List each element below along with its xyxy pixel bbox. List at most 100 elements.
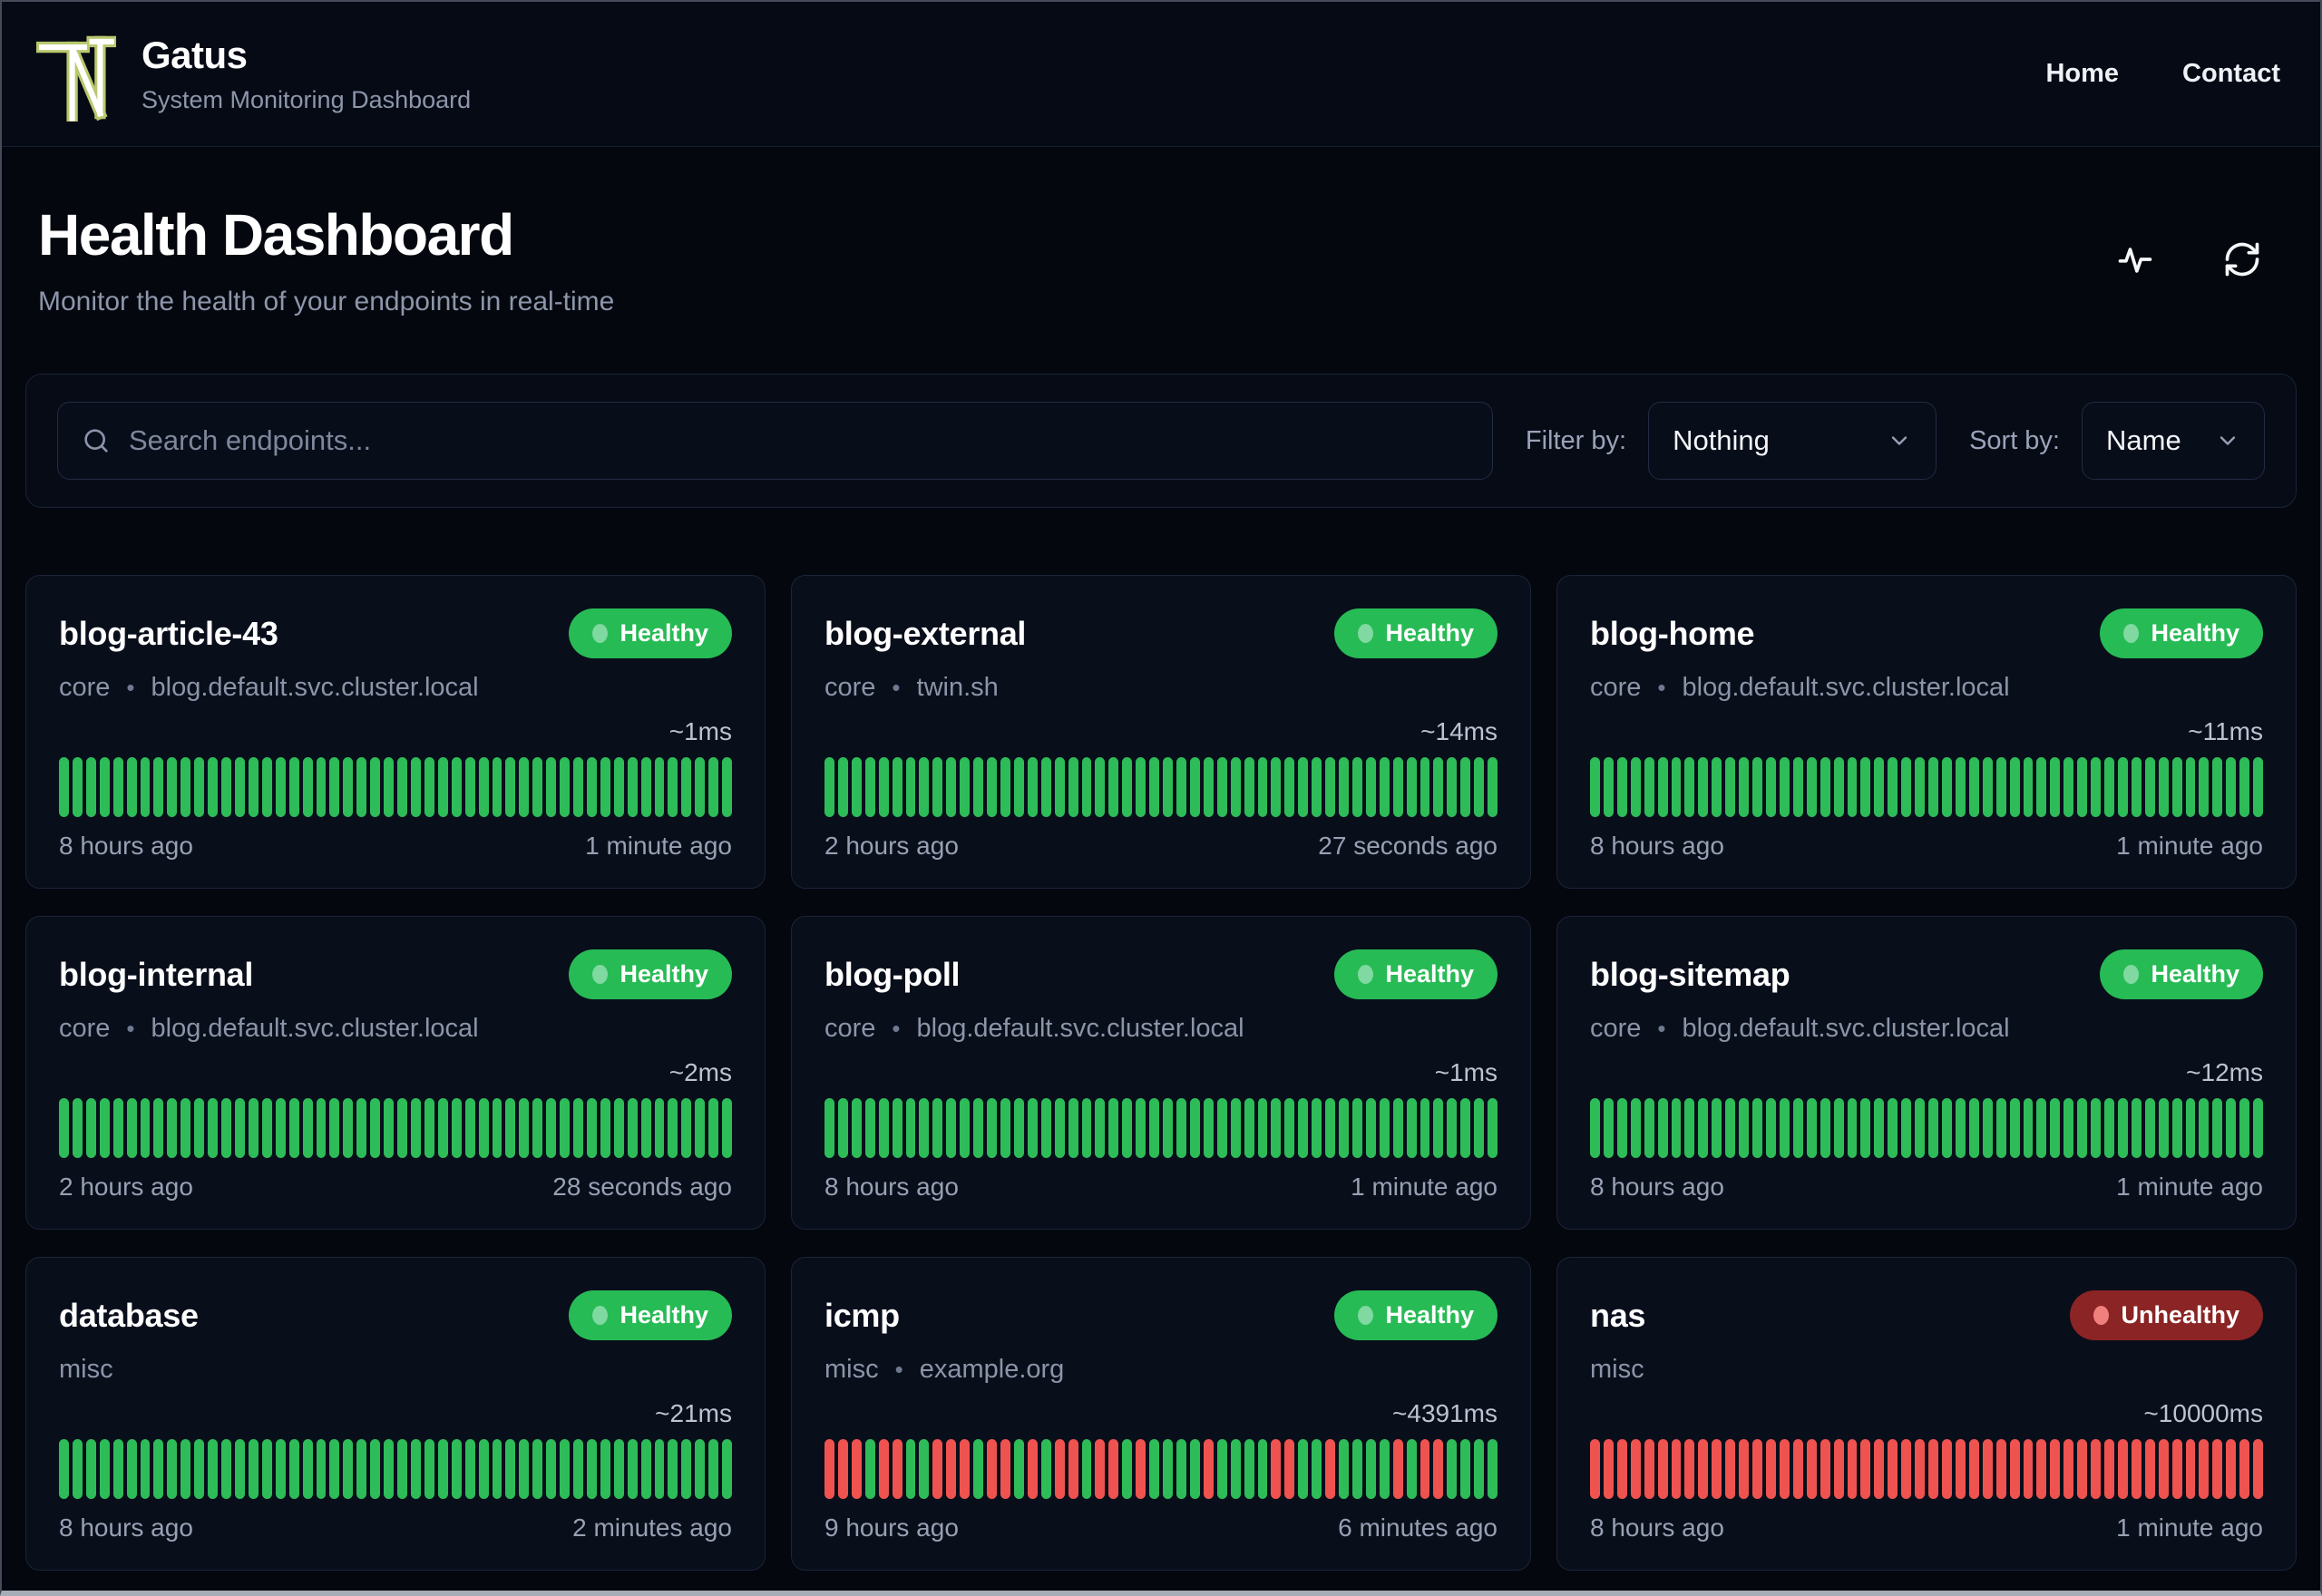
check-bar [1054,757,1065,817]
check-bar [1779,1439,1790,1499]
check-bar [85,757,96,817]
check-bar [153,1098,164,1158]
check-bar [343,1439,354,1499]
activity-icon[interactable] [2115,238,2157,280]
check-bar [167,757,178,817]
search-box[interactable] [57,402,1493,480]
endpoint-card[interactable]: blog-sitemap Healthy core • blog.default… [1556,916,2297,1230]
check-bar [1915,1439,1926,1499]
nav-home-link[interactable]: Home [2045,59,2119,89]
check-bar [1684,1098,1695,1158]
check-bar [1765,1098,1776,1158]
filter-select[interactable]: Nothing [1648,402,1937,480]
check-bar [1176,757,1186,817]
filter-value: Nothing [1673,424,1770,456]
endpoint-meta: core • blog.default.svc.cluster.local [824,1014,1498,1044]
check-bar [2185,1098,2196,1158]
check-bar [600,1439,610,1499]
endpoint-group: misc [59,1355,113,1384]
check-bar [1122,1098,1133,1158]
check-bar [1216,757,1227,817]
check-bar [2009,1098,2020,1158]
card-head: blog-article-43 Healthy [59,608,732,658]
check-bar [960,1439,971,1499]
status-badge: Healthy [1334,1290,1498,1340]
check-bar [85,1439,96,1499]
check-bar [437,1098,448,1158]
oldest-timestamp: 8 hours ago [824,1173,959,1201]
status-badge: Unhealthy [2070,1290,2263,1340]
endpoint-card[interactable]: database Healthy misc • ~21ms 8 hours ag… [25,1257,766,1571]
endpoint-card[interactable]: blog-poll Healthy core • blog.default.sv… [791,916,1531,1230]
check-bar [72,757,83,817]
endpoint-card[interactable]: blog-internal Healthy core • blog.defaul… [25,916,766,1230]
check-bar [397,757,407,817]
endpoint-card[interactable]: blog-home Healthy core • blog.default.sv… [1556,575,2297,889]
check-bar [960,1098,971,1158]
check-bar [221,757,231,817]
sort-select[interactable]: Name [2082,402,2265,480]
endpoint-card[interactable]: blog-article-43 Healthy core • blog.defa… [25,575,766,889]
check-bar [932,1439,943,1499]
check-bar [681,1098,692,1158]
endpoint-meta: misc • [1590,1355,2263,1385]
check-bar [410,1439,421,1499]
nav-contact-link[interactable]: Contact [2182,59,2280,89]
check-bar [573,1439,583,1499]
check-bar [546,1098,557,1158]
check-bar [1712,757,1722,817]
check-bar [1833,1098,1844,1158]
endpoint-group: misc [824,1355,879,1384]
check-bar [1712,1098,1722,1158]
check-bar [2131,757,2142,817]
check-bar [851,757,862,817]
check-bar [1054,1098,1065,1158]
endpoint-card[interactable]: icmp Healthy misc • example.org ~4391ms … [791,1257,1531,1571]
check-bar [72,1439,83,1499]
check-bar [1379,1098,1390,1158]
search-input[interactable] [129,424,1468,457]
check-bar [1040,1098,1051,1158]
refresh-icon[interactable] [2222,238,2264,280]
endpoint-card[interactable]: nas Unhealthy misc • ~10000ms 8 hours ag… [1556,1257,2297,1571]
check-bar [1163,1098,1173,1158]
check-bar [1474,1098,1485,1158]
check-bar [1189,757,1200,817]
check-bar [316,1098,327,1158]
check-bar [1122,1439,1133,1499]
check-bar [1657,1439,1668,1499]
check-bar [519,757,530,817]
check-bar [851,1098,862,1158]
check-bar [1915,1098,1926,1158]
meta-separator: • [892,674,901,701]
check-bar [1630,1098,1641,1158]
endpoint-card[interactable]: blog-external Healthy core • twin.sh ~14… [791,575,1531,889]
check-bar [2199,1439,2210,1499]
check-bar [1765,1439,1776,1499]
newest-timestamp: 1 minute ago [2116,832,2263,860]
check-bar [600,757,610,817]
newest-timestamp: 1 minute ago [585,832,732,860]
check-bar [329,1098,340,1158]
check-bar [1325,1439,1336,1499]
check-bar [1244,757,1254,817]
check-bar [1874,1439,1885,1499]
check-bar [1671,1439,1682,1499]
check-bar [1488,1439,1498,1499]
check-bar [1298,1439,1309,1499]
check-bar [2171,1439,2182,1499]
check-bar [573,757,583,817]
check-bar [234,1439,245,1499]
check-bar [1298,757,1309,817]
check-bar [1108,757,1119,817]
check-bar [1698,757,1709,817]
status-badge: Healthy [1334,608,1498,658]
check-bar [2009,1439,2020,1499]
check-bar [1136,1439,1146,1499]
check-bar [573,1098,583,1158]
latency-label: ~14ms [1420,717,1498,745]
check-bar [1474,757,1485,817]
check-bar [288,1098,299,1158]
endpoint-host: blog.default.svc.cluster.local [151,673,479,702]
main-content: Health Dashboard Monitor the health of y… [2,147,2320,1571]
